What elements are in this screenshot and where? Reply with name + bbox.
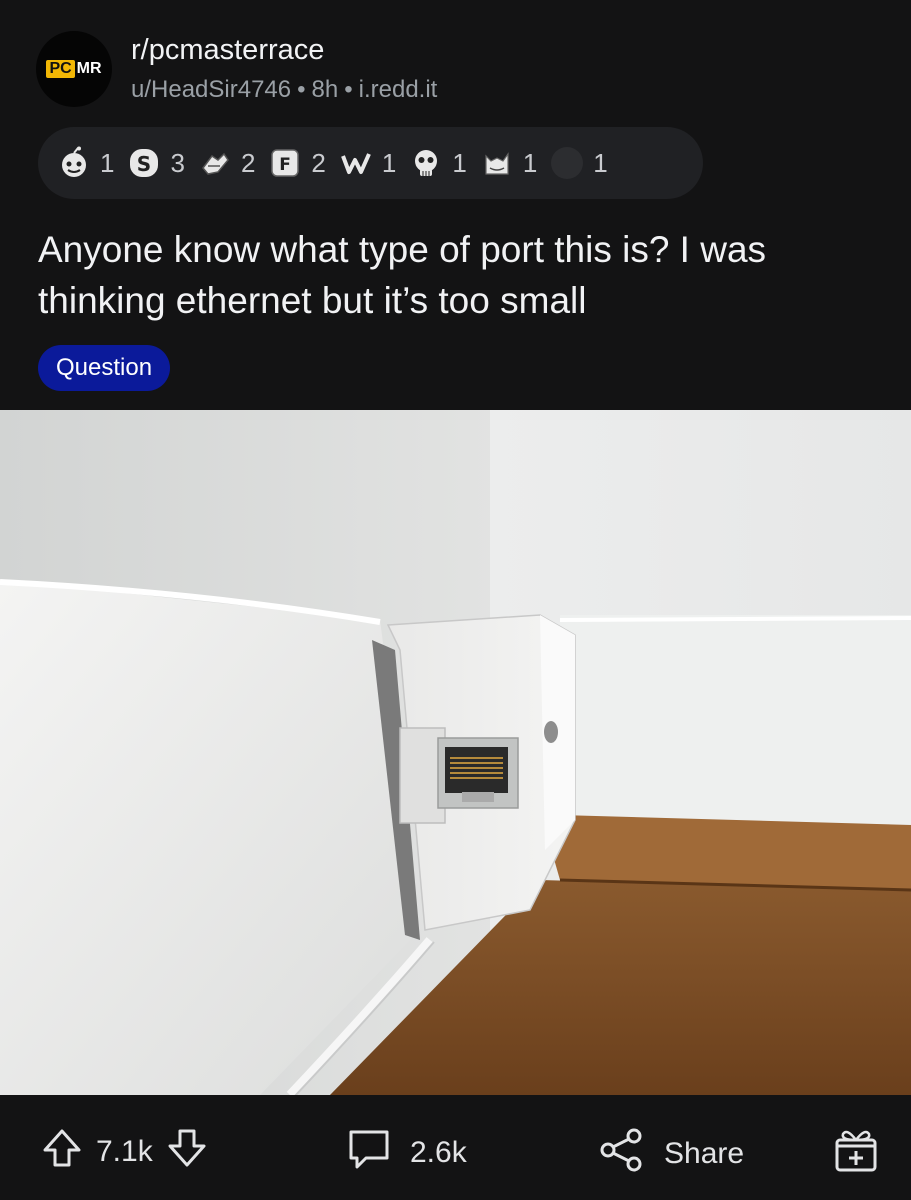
f-key-award-icon: F bbox=[267, 145, 303, 181]
vote-controls: 7.1k bbox=[40, 1126, 209, 1178]
author-name[interactable]: u/HeadSir4746 bbox=[131, 76, 291, 103]
comment-bubble-icon bbox=[346, 1126, 392, 1180]
share-label: Share bbox=[664, 1137, 745, 1170]
gift-plus-icon bbox=[833, 1126, 879, 1182]
post-flair[interactable]: Question bbox=[38, 345, 171, 391]
award-count: 1 bbox=[593, 147, 608, 178]
awards-bar[interactable]: 1 S 3 2 F 2 1 1 1 1 bbox=[38, 127, 703, 199]
upvote-arrow-icon[interactable] bbox=[40, 1126, 84, 1178]
award-count: 2 bbox=[311, 147, 326, 178]
comment-count: 2.6k bbox=[410, 1136, 467, 1169]
award-item[interactable]: 1 bbox=[56, 145, 114, 181]
award-count: 1 bbox=[522, 147, 538, 178]
pcmr-logo-mr: MR bbox=[76, 60, 102, 77]
post-domain[interactable]: i.redd.it bbox=[359, 76, 438, 103]
comments-button[interactable]: 2.6k bbox=[346, 1126, 467, 1180]
award-count: 3 bbox=[170, 147, 185, 178]
award-item[interactable]: 1 bbox=[549, 145, 608, 181]
dark-circle-award-icon bbox=[549, 145, 585, 181]
award-count: 1 bbox=[100, 147, 115, 178]
photo-of-wall-port bbox=[0, 410, 911, 1095]
vote-count: 7.1k bbox=[96, 1135, 153, 1168]
laughing-skull-award-icon bbox=[408, 145, 444, 181]
meta-separator: • bbox=[297, 76, 306, 103]
downvote-arrow-icon[interactable] bbox=[165, 1126, 209, 1178]
share-button[interactable]: Share bbox=[598, 1126, 744, 1182]
award-gift-button[interactable] bbox=[833, 1126, 879, 1182]
award-item[interactable]: F 2 bbox=[267, 145, 326, 181]
award-item[interactable]: S 3 bbox=[126, 145, 185, 181]
award-count: 1 bbox=[381, 147, 397, 178]
svg-text:F: F bbox=[280, 155, 292, 175]
award-item[interactable]: 1 bbox=[479, 145, 537, 181]
subreddit-avatar[interactable]: PC MR bbox=[36, 31, 112, 107]
silver-coin-award-icon: S bbox=[126, 145, 162, 181]
helpful-hands-award-icon bbox=[197, 145, 233, 181]
post-image[interactable] bbox=[0, 410, 911, 1095]
cat-award-icon bbox=[479, 145, 515, 181]
award-item[interactable]: 1 bbox=[408, 145, 467, 181]
post-meta: u/HeadSir4746 • 8h • i.redd.it bbox=[131, 76, 437, 104]
post-header: PC MR r/pcmasterrace u/HeadSir4746 • 8h • i.r… bbox=[0, 0, 911, 410]
post-age: 8h bbox=[311, 76, 339, 103]
share-nodes-icon bbox=[598, 1126, 646, 1182]
award-item[interactable]: 2 bbox=[197, 145, 255, 181]
pcmr-logo: PC MR bbox=[46, 60, 102, 78]
wholesome-award-icon bbox=[338, 145, 374, 181]
award-count: 1 bbox=[452, 147, 467, 178]
post-title[interactable]: Anyone know what type of port this is? I… bbox=[38, 224, 888, 326]
award-item[interactable]: 1 bbox=[338, 145, 396, 181]
meta-separator: • bbox=[344, 76, 353, 103]
snoo-face-award-icon bbox=[56, 145, 92, 181]
pcmr-logo-pc: PC bbox=[46, 60, 75, 78]
svg-text:S: S bbox=[137, 152, 151, 176]
subreddit-name[interactable]: r/pcmasterrace bbox=[131, 34, 324, 67]
award-count: 2 bbox=[240, 147, 256, 178]
